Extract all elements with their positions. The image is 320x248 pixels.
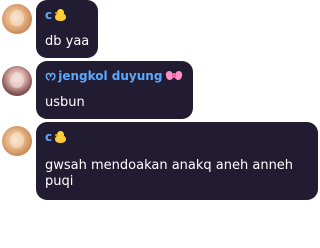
chick-icon [54, 131, 67, 143]
message-text: gwsah mendoakan anakq aneh anneh puqi [45, 158, 294, 189]
avatar[interactable] [2, 4, 32, 34]
author-name-text: jengkol duyung [58, 69, 163, 83]
author-name[interactable]: c [45, 130, 318, 144]
avatar[interactable] [2, 66, 32, 96]
ribbon-prefix-icon: ᰔ [45, 69, 57, 83]
author-name[interactable]: ᰔ jengkol duyung [45, 69, 193, 83]
author-name-text: c [45, 8, 53, 22]
message-bubble[interactable]: ᰔ jengkol duyung usbun [36, 61, 193, 119]
author-name[interactable]: c [45, 8, 98, 22]
avatar[interactable] [2, 126, 32, 156]
author-name-text: c [45, 130, 53, 144]
bow-icon [165, 70, 184, 82]
message-bubble[interactable]: c gwsah mendoakan anakq aneh anneh puqi [36, 122, 318, 200]
message-text: db yaa [45, 34, 90, 49]
chick-icon [54, 9, 67, 21]
message-text: usbun [45, 95, 85, 110]
chat-thread: c db yaa ᰔ jengkol duyung usbun c gwsah … [0, 0, 320, 248]
message-bubble[interactable]: c db yaa [36, 0, 98, 58]
